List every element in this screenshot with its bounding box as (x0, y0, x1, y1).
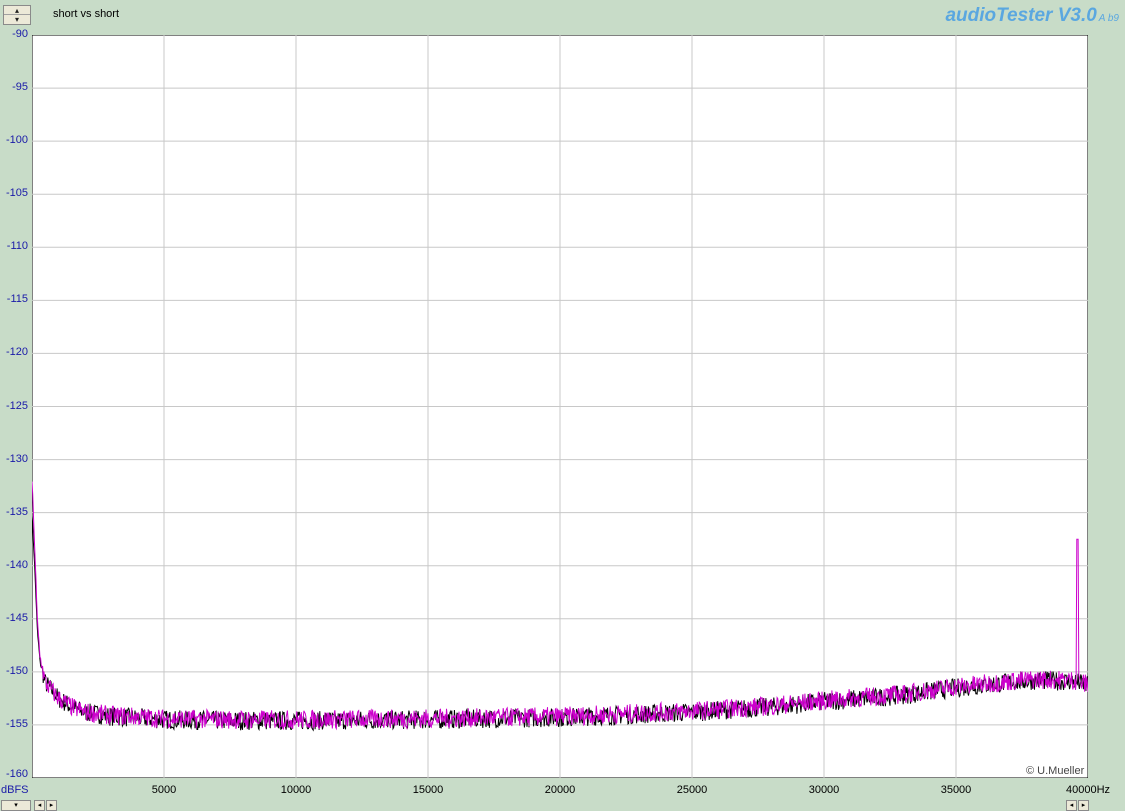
x-tick-label: 25000 (676, 784, 708, 796)
y-tick-label: -150 (5, 664, 28, 677)
y-tick-label: -160 (5, 768, 28, 780)
scroll-next-icon[interactable]: ▸ (46, 800, 57, 811)
y-tick-label: -115 (6, 293, 28, 306)
y-tick-label: -135 (5, 505, 28, 518)
spin-up-icon[interactable]: ▴ (4, 6, 30, 15)
scroll-prev-icon[interactable]: ◂ (34, 800, 45, 811)
y-tick-label: -140 (5, 558, 28, 571)
y-tick-label: -100 (5, 134, 28, 147)
x-scroll-next-icon[interactable]: ▸ (1078, 800, 1089, 811)
y-axis-unit: dBFS (1, 784, 29, 796)
y-tick-label: -95 (12, 81, 28, 94)
x-tick-label: 15000 (412, 784, 444, 796)
channel-spinner[interactable]: ▴ ▾ (3, 5, 31, 25)
y-tick-label: -110 (6, 240, 28, 253)
y-tick-label: -105 (5, 187, 28, 200)
y-tick-label: -145 (5, 611, 28, 624)
x-tick-label: 30000 (808, 784, 840, 796)
scroll-left-button[interactable]: ▾ (1, 800, 31, 811)
x-tick-label: 40000Hz (1066, 784, 1111, 796)
x-tick-label: 10000 (280, 784, 312, 796)
brand-name: audioTester V3.0 (945, 5, 1097, 26)
y-tick-label: -125 (5, 399, 28, 412)
copyright-label: © U.Mueller (1026, 765, 1085, 777)
app-brand: audioTester V3.0 A b9 (945, 5, 1119, 27)
chart-title: short vs short (53, 8, 120, 20)
y-tick-label: -90 (12, 28, 28, 40)
x-tick-label: 20000 (544, 784, 576, 796)
x-tick-label: 5000 (151, 784, 177, 796)
y-tick-label: -120 (5, 346, 28, 359)
y-tick-label: -130 (5, 452, 28, 465)
spin-down-icon[interactable]: ▾ (4, 15, 30, 24)
brand-version: A b9 (1098, 13, 1119, 24)
spectrum-plot (32, 35, 1088, 778)
y-tick-label: -155 (5, 717, 28, 730)
x-scroll-prev-icon[interactable]: ◂ (1066, 800, 1077, 811)
x-tick-label: 35000 (940, 784, 972, 796)
